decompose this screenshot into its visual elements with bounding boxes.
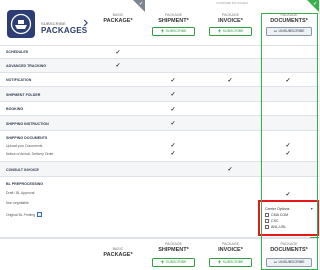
shipping-documents-row: SHIPPING DOCUMENTS Upload your Documents… — [0, 131, 319, 162]
packages-comparison-table: COMPARE PACKAGES SUBSCRIBE PACKAGES › BA… — [0, 0, 319, 270]
package-shipment-header: PACKAGE SHIPMENT* + SUBSCRIBE — [145, 0, 202, 46]
check-icon: ✓ — [170, 92, 176, 98]
check-icon: ✓ — [115, 50, 121, 56]
carrier-options-panel: Carrier Options ▼ CMA CGM CSC ANL-USL — [258, 200, 319, 236]
subscribe-shipment-button[interactable]: + SUBSCRIBE — [152, 27, 195, 36]
carrier-options-select[interactable]: Carrier Options — [265, 207, 289, 211]
package-tag: PACKAGE — [280, 242, 298, 246]
check-icon: ✓ — [170, 121, 176, 127]
row-label: SHIPPING DOCUMENTS — [6, 136, 48, 140]
package-tag: PACKAGE — [164, 13, 183, 17]
package-tag: PACKAGE — [221, 242, 240, 246]
sub-item-label: Original BL Printing — [6, 212, 43, 217]
sub-item-label: Notice of Arrival, Delivery Order — [6, 152, 54, 156]
package-name: INVOICE* — [218, 18, 243, 24]
check-icon: ✓ — [170, 151, 176, 157]
check-icon: ✓ — [115, 63, 121, 69]
check-icon: ✓ — [285, 143, 291, 149]
chevron-right-icon: › — [83, 14, 89, 31]
check-icon: ✓ — [170, 78, 176, 84]
sub-item-label: Upload your Documents — [6, 144, 43, 148]
package-documents-footer: PACKAGE DOCUMENTS* − UNSUBSCRIBE — [259, 239, 319, 270]
carrier-option[interactable]: CMA CGM — [265, 213, 288, 217]
table-row: SHIPMENT FOLDER ✓ — [0, 87, 319, 102]
carrier-option[interactable]: ANL-USL — [265, 225, 286, 229]
subscribe-invoice-button[interactable]: + SUBSCRIBE — [209, 258, 252, 267]
row-label: SHIPPING INSTRUCTION — [6, 122, 49, 126]
plus-icon: + — [160, 259, 165, 266]
minus-icon: − — [273, 28, 278, 35]
row-label: ADVANCED TRACKING — [6, 64, 47, 68]
package-name: PACKAGE* — [103, 18, 133, 24]
check-icon: ✓ — [285, 151, 291, 157]
check-icon: ✓ — [139, 1, 144, 7]
table-row: SCHEDULES ✓ — [0, 46, 319, 59]
check-icon: ✓ — [285, 192, 291, 198]
table-footer: BASIC PACKAGE* PACKAGE SHIPMENT* + SUBSCR… — [0, 238, 319, 270]
subscribe-invoice-button[interactable]: + SUBSCRIBE — [209, 27, 252, 36]
package-name: SHIPMENT* — [158, 18, 189, 24]
sub-item-label: Draft / BL Approval — [6, 191, 35, 195]
package-tag: BASIC — [112, 247, 124, 251]
unsubscribe-documents-button[interactable]: − UNSUBSCRIBE — [266, 27, 312, 36]
minus-icon: − — [273, 259, 278, 266]
checkbox[interactable] — [265, 213, 269, 217]
check-icon: ✓ — [313, 1, 318, 7]
row-label: CONSULT INVOICE — [6, 168, 39, 172]
check-icon: ✓ — [285, 78, 291, 84]
package-shipment-footer: PACKAGE SHIPMENT* + SUBSCRIBE — [145, 239, 202, 270]
unsubscribe-documents-button[interactable]: − UNSUBSCRIBE — [266, 258, 312, 267]
row-label: SCHEDULES — [6, 50, 29, 54]
consult-invoice-row: CONSULT INVOICE ✓ — [0, 162, 319, 177]
package-invoice-header: PACKAGE INVOICE* + SUBSCRIBE — [202, 0, 259, 46]
package-tag: PACKAGE — [280, 13, 298, 17]
table-row: SHIPPING INSTRUCTION ✓ — [0, 116, 319, 131]
check-icon: ✓ — [170, 143, 176, 149]
subscribe-shipment-button[interactable]: + SUBSCRIBE — [152, 258, 195, 267]
logo-title: PACKAGES — [41, 26, 88, 35]
row-label: SHIPMENT FOLDER — [6, 93, 41, 97]
package-tag: PACKAGE — [164, 242, 183, 246]
table-row: NOTIFICATION ✓ ✓ ✓ — [0, 73, 319, 87]
check-icon: ✓ — [170, 107, 176, 113]
table-row: BOOKING ✓ — [0, 102, 319, 116]
table-row: ADVANCED TRACKING ✓ — [0, 59, 319, 73]
plus-icon: + — [217, 28, 222, 35]
sub-item-label: Non negotiable — [6, 201, 29, 205]
package-name: SHIPMENT* — [158, 247, 189, 253]
package-name: INVOICE* — [218, 247, 243, 253]
check-icon: ✓ — [227, 167, 233, 173]
plus-icon: + — [160, 28, 165, 35]
table-header: COMPARE PACKAGES SUBSCRIBE PACKAGES › BA… — [0, 0, 319, 46]
ship-icon — [7, 10, 35, 38]
row-label: BL PREPROCESSING — [6, 182, 44, 186]
row-label: BOOKING — [6, 107, 24, 111]
dropdown-arrow-icon[interactable]: ▼ — [310, 207, 313, 211]
package-basic-footer: BASIC PACKAGE* — [91, 239, 145, 270]
checkbox[interactable] — [265, 225, 269, 229]
package-name: DOCUMENTS* — [270, 247, 308, 253]
row-label: NOTIFICATION — [6, 78, 32, 82]
package-name: PACKAGE* — [103, 252, 133, 258]
package-tag: BASIC — [112, 13, 124, 17]
package-invoice-footer: PACKAGE INVOICE* + SUBSCRIBE — [202, 239, 259, 270]
document-icon[interactable] — [37, 212, 43, 217]
subscribe-packages-logo: SUBSCRIBE PACKAGES › — [7, 9, 93, 39]
carrier-option[interactable]: CSC — [265, 219, 279, 223]
package-tag: PACKAGE — [221, 13, 240, 17]
checkbox[interactable] — [265, 219, 269, 223]
plus-icon: + — [217, 259, 222, 266]
package-name: DOCUMENTS* — [270, 18, 308, 24]
check-icon: ✓ — [227, 78, 233, 84]
